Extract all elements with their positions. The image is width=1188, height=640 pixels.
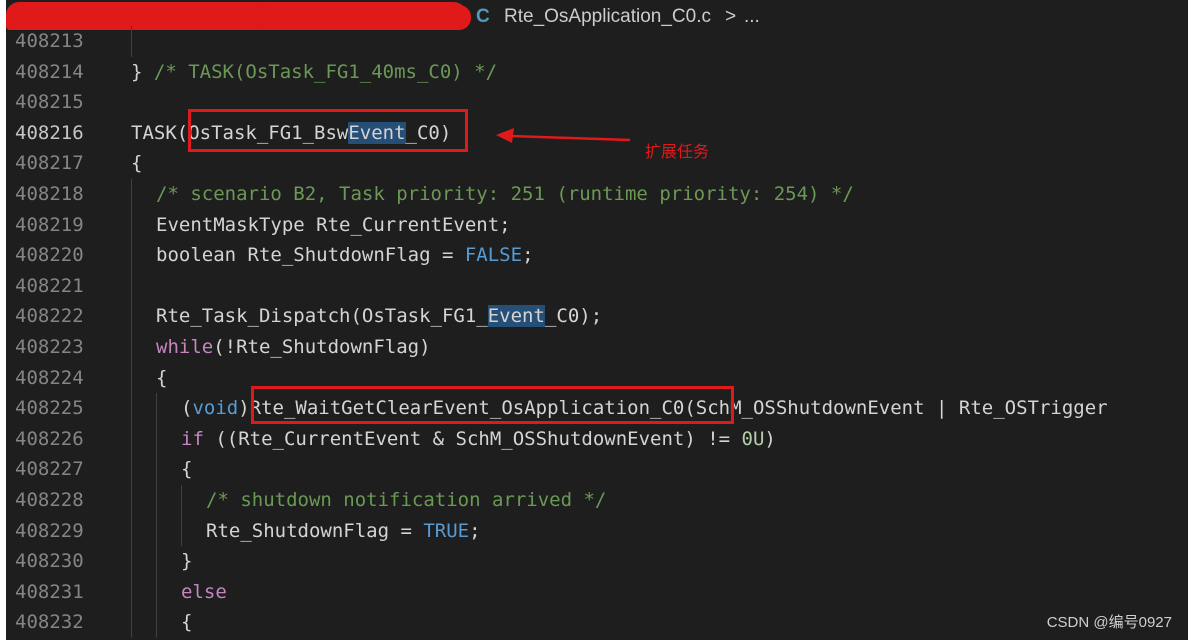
line-number: 408227 bbox=[15, 458, 84, 481]
indent-guide bbox=[156, 576, 157, 608]
highlight-box-task bbox=[188, 109, 468, 152]
line-number: 408218 bbox=[15, 182, 84, 205]
line-number: 408231 bbox=[15, 580, 84, 603]
code-text: } /* TASK(OsTask_FG1_40ms_C0) */ bbox=[131, 60, 498, 83]
chevron-right-icon: > bbox=[725, 6, 737, 27]
indent-guide bbox=[131, 454, 132, 485]
code-line[interactable]: 408231 else bbox=[6, 576, 1188, 608]
indent-guide bbox=[131, 26, 132, 57]
indent-guide bbox=[131, 270, 132, 302]
indent-guide bbox=[156, 546, 157, 577]
code-text: { bbox=[156, 366, 168, 389]
indent-guide bbox=[156, 393, 157, 424]
indent-guide bbox=[156, 515, 157, 547]
line-number: 408217 bbox=[15, 152, 84, 175]
code-text: else bbox=[181, 580, 227, 603]
line-number: 408225 bbox=[15, 397, 84, 420]
code-line[interactable]: 408232 { bbox=[6, 607, 1188, 638]
code-text: /* shutdown notification arrived */ bbox=[206, 488, 607, 511]
indent-guide bbox=[131, 423, 132, 455]
code-line[interactable]: 408223 while(!Rte_ShutdownFlag) bbox=[6, 331, 1188, 363]
indent-guide bbox=[131, 178, 132, 210]
code-line[interactable]: 408222 Rte_Task_Dispatch(OsTask_FG1_Event… bbox=[6, 301, 1188, 332]
line-number: 408214 bbox=[15, 60, 84, 83]
indent-guide bbox=[131, 484, 132, 516]
indent-guide bbox=[131, 301, 132, 332]
code-text: EventMaskType Rte_CurrentEvent; bbox=[156, 213, 511, 236]
annotation-arrow-icon bbox=[496, 128, 631, 143]
line-number: 408223 bbox=[15, 335, 84, 358]
indent-guide bbox=[156, 423, 157, 455]
highlight-box-waitevent bbox=[251, 386, 734, 424]
code-text: while(!Rte_ShutdownFlag) bbox=[156, 335, 431, 358]
line-number: 408226 bbox=[15, 427, 84, 450]
code-text: { bbox=[131, 152, 143, 175]
code-text: boolean Rte_ShutdownFlag = FALSE; bbox=[156, 244, 534, 267]
code-text: Rte_Task_Dispatch(OsTask_FG1_Event_C0); bbox=[156, 305, 603, 328]
indent-guide bbox=[156, 607, 157, 638]
code-line[interactable]: 408218 /* scenario B2, Task priority: 251… bbox=[6, 178, 1188, 210]
indent-guide bbox=[131, 576, 132, 608]
line-number: 408232 bbox=[15, 611, 84, 634]
line-number: 408220 bbox=[15, 244, 84, 267]
code-line[interactable]: 408213 bbox=[6, 26, 1188, 57]
indent-guide bbox=[156, 484, 157, 516]
indent-guide bbox=[131, 393, 132, 424]
code-text: } bbox=[181, 550, 193, 573]
code-line[interactable]: 408227 { bbox=[6, 454, 1188, 485]
indent-guide bbox=[181, 484, 182, 516]
line-number: 408216 bbox=[15, 121, 84, 144]
code-line[interactable]: 408215 bbox=[6, 87, 1188, 118]
line-number: 408222 bbox=[15, 305, 84, 328]
indent-guide bbox=[131, 607, 132, 638]
code-line[interactable]: 408229 Rte_ShutdownFlag = TRUE; bbox=[6, 515, 1188, 547]
code-text: { bbox=[181, 458, 193, 481]
line-number: 408221 bbox=[15, 274, 84, 297]
code-line[interactable]: 408220 boolean Rte_ShutdownFlag = FALSE; bbox=[6, 240, 1188, 271]
code-line[interactable]: 408217 { bbox=[6, 148, 1188, 179]
indent-guide bbox=[181, 515, 182, 547]
line-number: 408228 bbox=[15, 488, 84, 511]
line-number: 408215 bbox=[15, 91, 84, 114]
code-area[interactable]: 408213 408214 } /* TASK(OsTask_FG1_40ms_C0… bbox=[6, 26, 1188, 638]
indent-guide bbox=[131, 240, 132, 271]
code-line[interactable]: 408226 if ((Rte_CurrentEvent & SchM_OSShu… bbox=[6, 423, 1188, 455]
watermark: CSDN @编号0927 bbox=[1046, 614, 1172, 631]
indent-guide bbox=[131, 546, 132, 577]
indent-guide bbox=[156, 454, 157, 485]
line-number: 408224 bbox=[15, 366, 84, 389]
code-text: Rte_ShutdownFlag = TRUE; bbox=[206, 519, 481, 542]
line-number: 408230 bbox=[15, 550, 84, 573]
code-line[interactable]: 408228 /* shutdown notification arrived *… bbox=[6, 484, 1188, 516]
breadcrumb-more[interactable]: ... bbox=[744, 6, 760, 28]
c-file-icon: C bbox=[476, 6, 490, 27]
code-editor[interactable]: C Rte_OsApplication_C0.c > ... 408213 408… bbox=[6, 0, 1188, 640]
code-text: { bbox=[181, 611, 193, 634]
annotation-label: 扩展任务 bbox=[645, 144, 710, 161]
code-line[interactable]: 408221 bbox=[6, 270, 1188, 302]
indent-guide bbox=[131, 515, 132, 547]
line-number: 408219 bbox=[15, 213, 84, 236]
code-text: /* scenario B2, Task priority: 251 (runt… bbox=[156, 182, 854, 205]
indent-guide bbox=[131, 331, 132, 363]
line-number: 408229 bbox=[15, 519, 84, 542]
code-line[interactable]: 408214 } /* TASK(OsTask_FG1_40ms_C0) */ bbox=[6, 57, 1188, 88]
code-line[interactable]: 408219 EventMaskType Rte_CurrentEvent; bbox=[6, 209, 1188, 241]
breadcrumb-file[interactable]: Rte_OsApplication_C0.c bbox=[504, 6, 711, 28]
code-text: if ((Rte_CurrentEvent & SchM_OSShutdownE… bbox=[181, 427, 776, 450]
indent-guide bbox=[131, 362, 132, 394]
indent-guide bbox=[131, 209, 132, 241]
line-number: 408213 bbox=[15, 30, 84, 52]
code-line[interactable]: 408230} bbox=[6, 546, 1188, 577]
